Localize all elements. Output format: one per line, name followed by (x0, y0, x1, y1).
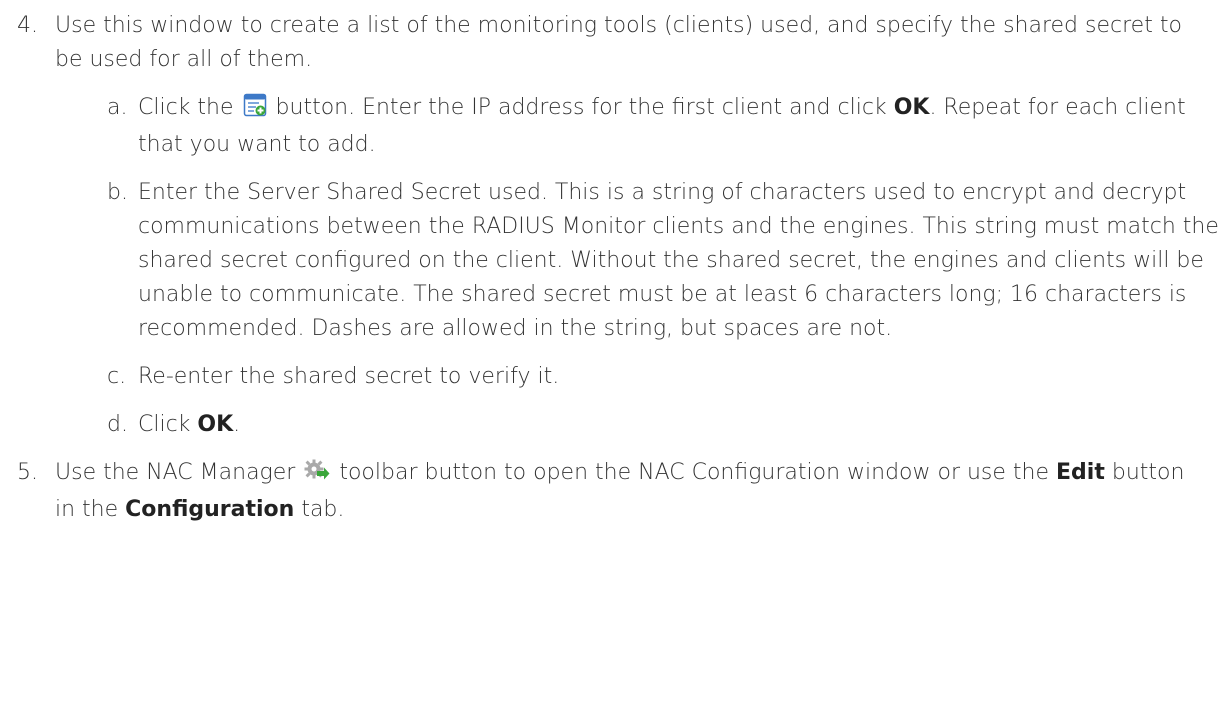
document-page: 4. Use this window to create a list of t… (0, 0, 1231, 720)
substep-a: a. Click the button. Enter the IP addres (107, 91, 1223, 162)
ok-label: OK (197, 412, 234, 437)
substep-b: b. Enter the Server Shared Secret used. … (107, 176, 1223, 346)
step-text-part: toolbar button to open the NAC Configura… (339, 460, 1050, 485)
step-5: 5. Use the NAC Manager toolbar button to… (17, 456, 1205, 527)
substep-text-part: Click (138, 412, 191, 437)
substep-text-part: Click the (138, 95, 234, 120)
substep-letter: d. (107, 412, 128, 437)
substep-text: Re-enter the shared secret to verify it. (138, 364, 560, 389)
edit-label: Edit (1056, 460, 1105, 485)
step-number: 5. (17, 460, 38, 485)
substep-letter: c. (107, 364, 127, 389)
step-4: 4. Use this window to create a list of t… (17, 9, 1219, 442)
substep-text: Enter the Server Shared Secret used. Thi… (138, 180, 1219, 341)
step-text-part: tab. (301, 497, 345, 522)
substep-c: c. Re-enter the shared secret to verify … (107, 360, 1223, 394)
substep-d: d. Click OK. (107, 408, 1223, 442)
step-text: Use this window to create a list of the … (55, 13, 1182, 72)
substep-list: a. Click the button. Enter the IP addres (55, 91, 1219, 442)
substep-letter: b. (107, 180, 128, 205)
step-number: 4. (17, 13, 38, 38)
substep-text-part: button. Enter the IP address for the fir… (275, 95, 887, 120)
ok-label: OK (893, 95, 930, 120)
nac-manager-gear-icon (304, 458, 330, 493)
add-client-icon (243, 93, 267, 128)
substep-text-part: . (233, 412, 241, 437)
substep-letter: a. (107, 95, 128, 120)
configuration-label: Configuration (125, 497, 295, 522)
step-text-part: Use the NAC Manager (55, 460, 296, 485)
